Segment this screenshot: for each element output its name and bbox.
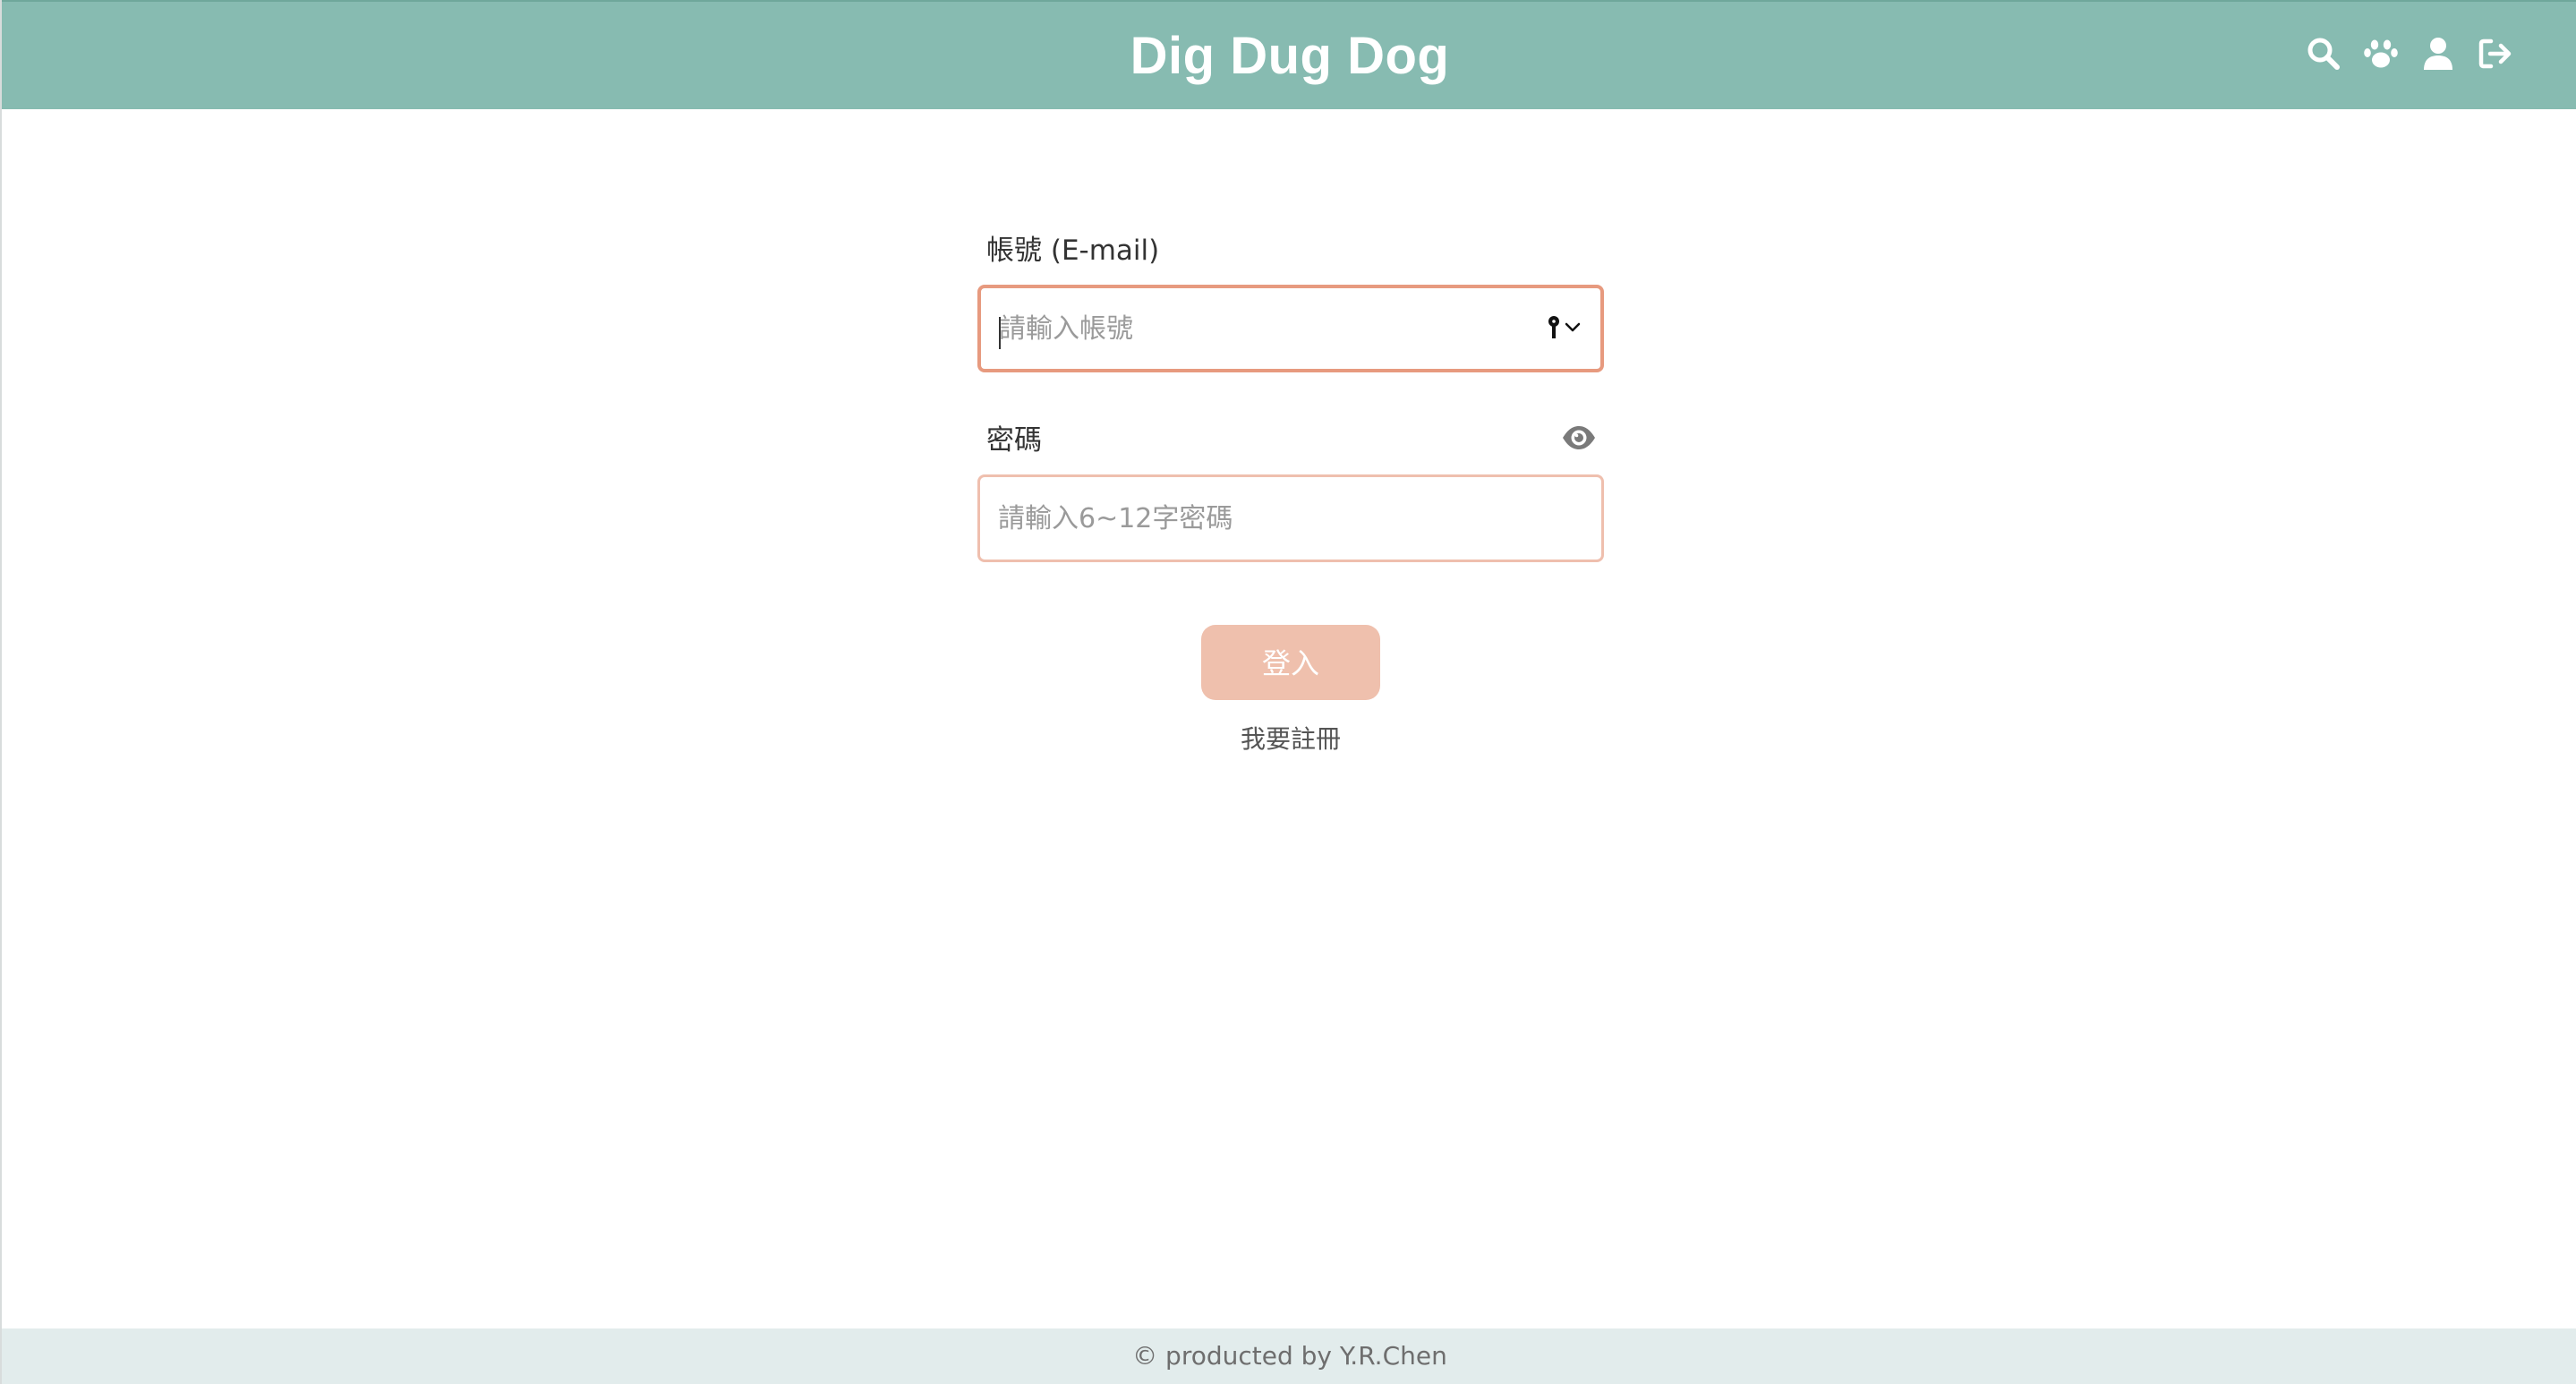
site-title[interactable]: Dig Dug Dog [2, 25, 2576, 88]
account-label: 帳號 (E-mail) [986, 235, 1160, 267]
user-icon[interactable] [2420, 36, 2456, 72]
footer: © producted by Y.R.Chen [2, 1328, 2576, 1384]
account-input[interactable] [999, 288, 1500, 369]
eye-icon[interactable] [1561, 424, 1597, 455]
key-icon [1548, 316, 1559, 338]
chevron-down-icon [1565, 322, 1581, 332]
account-field[interactable] [977, 285, 1604, 372]
app-window: Dig Dug Dog 帳號 (E-mail) 請輸入帳號 密碼 登入 我要註冊… [0, 0, 2576, 1384]
register-link[interactable]: 我要註冊 [1156, 722, 1425, 757]
logout-icon[interactable] [2478, 36, 2513, 72]
login-button[interactable]: 登入 [1201, 625, 1380, 700]
autofill-key-button[interactable] [1547, 315, 1581, 340]
footer-credit: © producted by Y.R.Chen [1132, 1341, 1447, 1371]
account-label-row: 帳號 (E-mail) [977, 231, 1604, 270]
top-header: Dig Dug Dog [2, 0, 2576, 109]
password-label-row: 密碼 [977, 421, 1604, 460]
text-caret [999, 317, 1001, 349]
search-icon[interactable] [2306, 36, 2341, 72]
login-form: 帳號 (E-mail) 密碼 [977, 231, 1604, 562]
paw-icon[interactable] [2363, 36, 2399, 72]
header-icon-group [2306, 36, 2513, 72]
password-input[interactable] [998, 477, 1499, 560]
password-field[interactable] [977, 474, 1604, 562]
password-label: 密碼 [986, 424, 1042, 457]
